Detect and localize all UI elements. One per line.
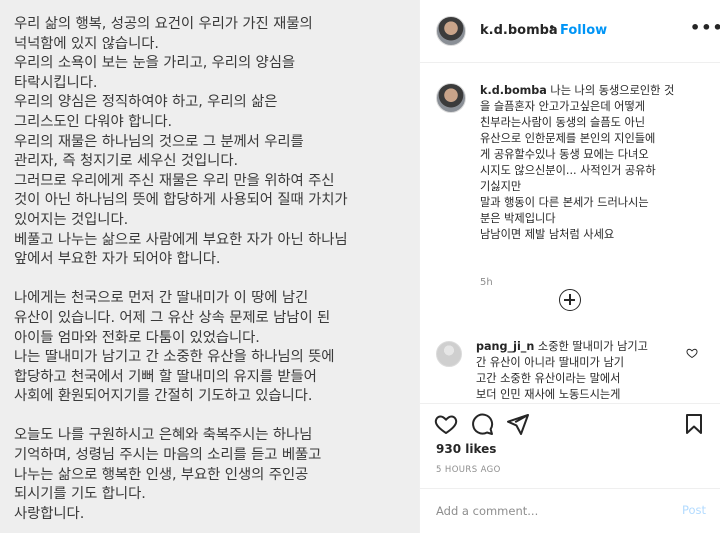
caption-line: 친부라는사람이 동생의 슬픔도 아닌: [480, 116, 646, 129]
plus-circle-icon[interactable]: [559, 289, 581, 311]
text-line: 기억하며, 성령님 주시는 마음의 소리를 듣고 베풀고: [14, 447, 322, 464]
avatar[interactable]: [436, 341, 462, 367]
more-icon[interactable]: •••: [690, 18, 720, 37]
comment-text: pang_ji_n 소중한 딸내미가 남기고 간 유산이 아니라 딸내미가 남기…: [476, 339, 686, 403]
caption-line: 말과 행동이 다른 본세가 드러나시는: [480, 196, 649, 209]
separator-dot: •: [548, 21, 556, 36]
caption-line: 을 슬픔혼자 안고가고싶은데 어떻게: [480, 100, 646, 113]
caption-line: 유산으로 인한문제를 본인의 지인들에: [480, 132, 656, 145]
text-line: 나누는 삶으로 행복한 인생, 부요한 인생의 주인공: [14, 466, 309, 483]
likes-count[interactable]: 930 likes: [436, 442, 496, 456]
text-line: 유산이 있습니다. 어제 그 유산 상속 문제로 남남이 된: [14, 309, 331, 326]
comment-username-link[interactable]: pang_ji_n: [476, 340, 534, 353]
heart-icon[interactable]: [434, 412, 458, 436]
text-line: 우리의 소욕이 보는 눈을 가리고, 우리의 양심을: [14, 55, 295, 72]
comment-line: 소중한 딸내미가 남기고: [534, 340, 648, 353]
text-line: 그리스도인 다워야 합니다.: [14, 113, 172, 130]
text-line: 되시기를 기도 합니다.: [14, 486, 146, 503]
text-line: 넉넉함에 있지 않습니다.: [14, 35, 159, 52]
comment-input[interactable]: [436, 501, 656, 521]
comment-line: 고간 소중한 유산이라는 말에서: [476, 372, 621, 385]
bookmark-icon[interactable]: [682, 412, 706, 436]
paragraph-3: 오늘도 나를 구원하시고 은혜와 축복주시는 하나님 기억하며, 성령님 주시는…: [14, 426, 414, 524]
text-line: 베풀고 나누는 삶으로 사람에게 부요한 자가 아닌 하나님: [14, 231, 348, 248]
text-line: 오늘도 나를 구원하시고 은혜와 축복주시는 하나님: [14, 427, 313, 444]
caption-line: 기싫지만: [480, 180, 522, 193]
text-line: 우리의 재물은 하나님의 것으로 그 분께서 우리를: [14, 133, 304, 150]
text-line: 합당하고 천국에서 기뻐 할 딸내미의 유지를 받들어: [14, 368, 317, 385]
comment-line: 보더 인민 재사에 노동드시는게: [476, 388, 621, 401]
comments-section[interactable]: k.d.bomba 나는 나의 동생으로인한 것 을 슬픔혼자 안고가고싶은데 …: [420, 63, 720, 403]
text-line: 아이들 엄마와 전화로 다툼이 있었습니다.: [14, 329, 260, 346]
post-header: k.d.bomba • Follow •••: [420, 0, 720, 63]
post-timestamp: 5 HOURS AGO: [436, 465, 501, 475]
post-image[interactable]: 우리 삶의 행복, 성공의 요건이 우리가 가진 재물의 넉넉함에 있지 않습니…: [0, 0, 419, 533]
post-image-text: 우리 삶의 행복, 성공의 요건이 우리가 가진 재물의 넉넉함에 있지 않습니…: [14, 15, 414, 524]
post-sidebar: k.d.bomba • Follow ••• k.d.bomba 나는 나의 동…: [419, 0, 720, 533]
text-line: 나는 딸내미가 남기고 간 소중한 유산을 하나님의 뜻에: [14, 349, 335, 366]
caption-username-link[interactable]: k.d.bomba: [480, 84, 547, 97]
username-link[interactable]: k.d.bomba: [480, 23, 558, 38]
add-comment-bar: Post: [420, 488, 720, 533]
follow-button[interactable]: Follow: [560, 23, 607, 38]
text-line: 사회에 환원되어지기를 간절히 기도하고 있습니다.: [14, 388, 313, 405]
text-line: 나에게는 천국으로 먼저 간 딸내미가 이 땅에 남긴: [14, 290, 309, 307]
text-line: 우리 삶의 행복, 성공의 요건이 우리가 가진 재물의: [14, 16, 313, 32]
caption-line: 남남이면 제발 남처럼 사세요: [480, 228, 615, 241]
avatar[interactable]: [436, 83, 466, 113]
text-line: 우리의 양심은 정직하여야 하고, 우리의 삶은: [14, 94, 278, 111]
comment-line: 간 유산이 아니라 딸내미가 남기: [476, 356, 625, 369]
text-line: 있어지는 것입니다.: [14, 211, 129, 228]
comment-icon[interactable]: [470, 412, 494, 436]
text-line: 관리자, 즉 청지기로 세우신 것입니다.: [14, 153, 238, 170]
action-bar: 930 likes 5 HOURS AGO: [420, 403, 720, 497]
caption-line: 나는 나의 동생으로인한 것: [546, 84, 675, 97]
paragraph-2: 나에게는 천국으로 먼저 간 딸내미가 이 땅에 남긴 유산이 있습니다. 어제…: [14, 289, 414, 407]
avatar[interactable]: [436, 16, 466, 46]
post-button[interactable]: Post: [682, 503, 706, 517]
text-line: 앞에서 부요한 자가 되어야 합니다.: [14, 251, 221, 268]
text-line: 타락시킵니다.: [14, 74, 98, 91]
text-line: 그러므로 우리에게 주신 재물은 우리 만을 위하여 주신: [14, 172, 335, 189]
paragraph-1: 우리 삶의 행복, 성공의 요건이 우리가 가진 재물의 넉넉함에 있지 않습니…: [14, 15, 414, 270]
small-heart-icon[interactable]: [686, 347, 698, 359]
caption-timestamp[interactable]: 5h: [480, 277, 493, 288]
caption-line: 분은 박제입니다: [480, 212, 556, 225]
caption-line: 시지도 않으신분이... 사적인거 공유하: [480, 164, 656, 177]
share-icon[interactable]: [506, 412, 530, 436]
caption-line: 게 공유할수있나 동생 묘에는 다녀오: [480, 148, 649, 161]
text-line: 사랑합니다.: [14, 505, 85, 522]
text-line: 것이 아닌 하나님의 뜻에 합당하게 사용되어 질때 가치가: [14, 192, 348, 209]
caption-text: k.d.bomba 나는 나의 동생으로인한 것 을 슬픔혼자 안고가고싶은데 …: [480, 83, 706, 243]
